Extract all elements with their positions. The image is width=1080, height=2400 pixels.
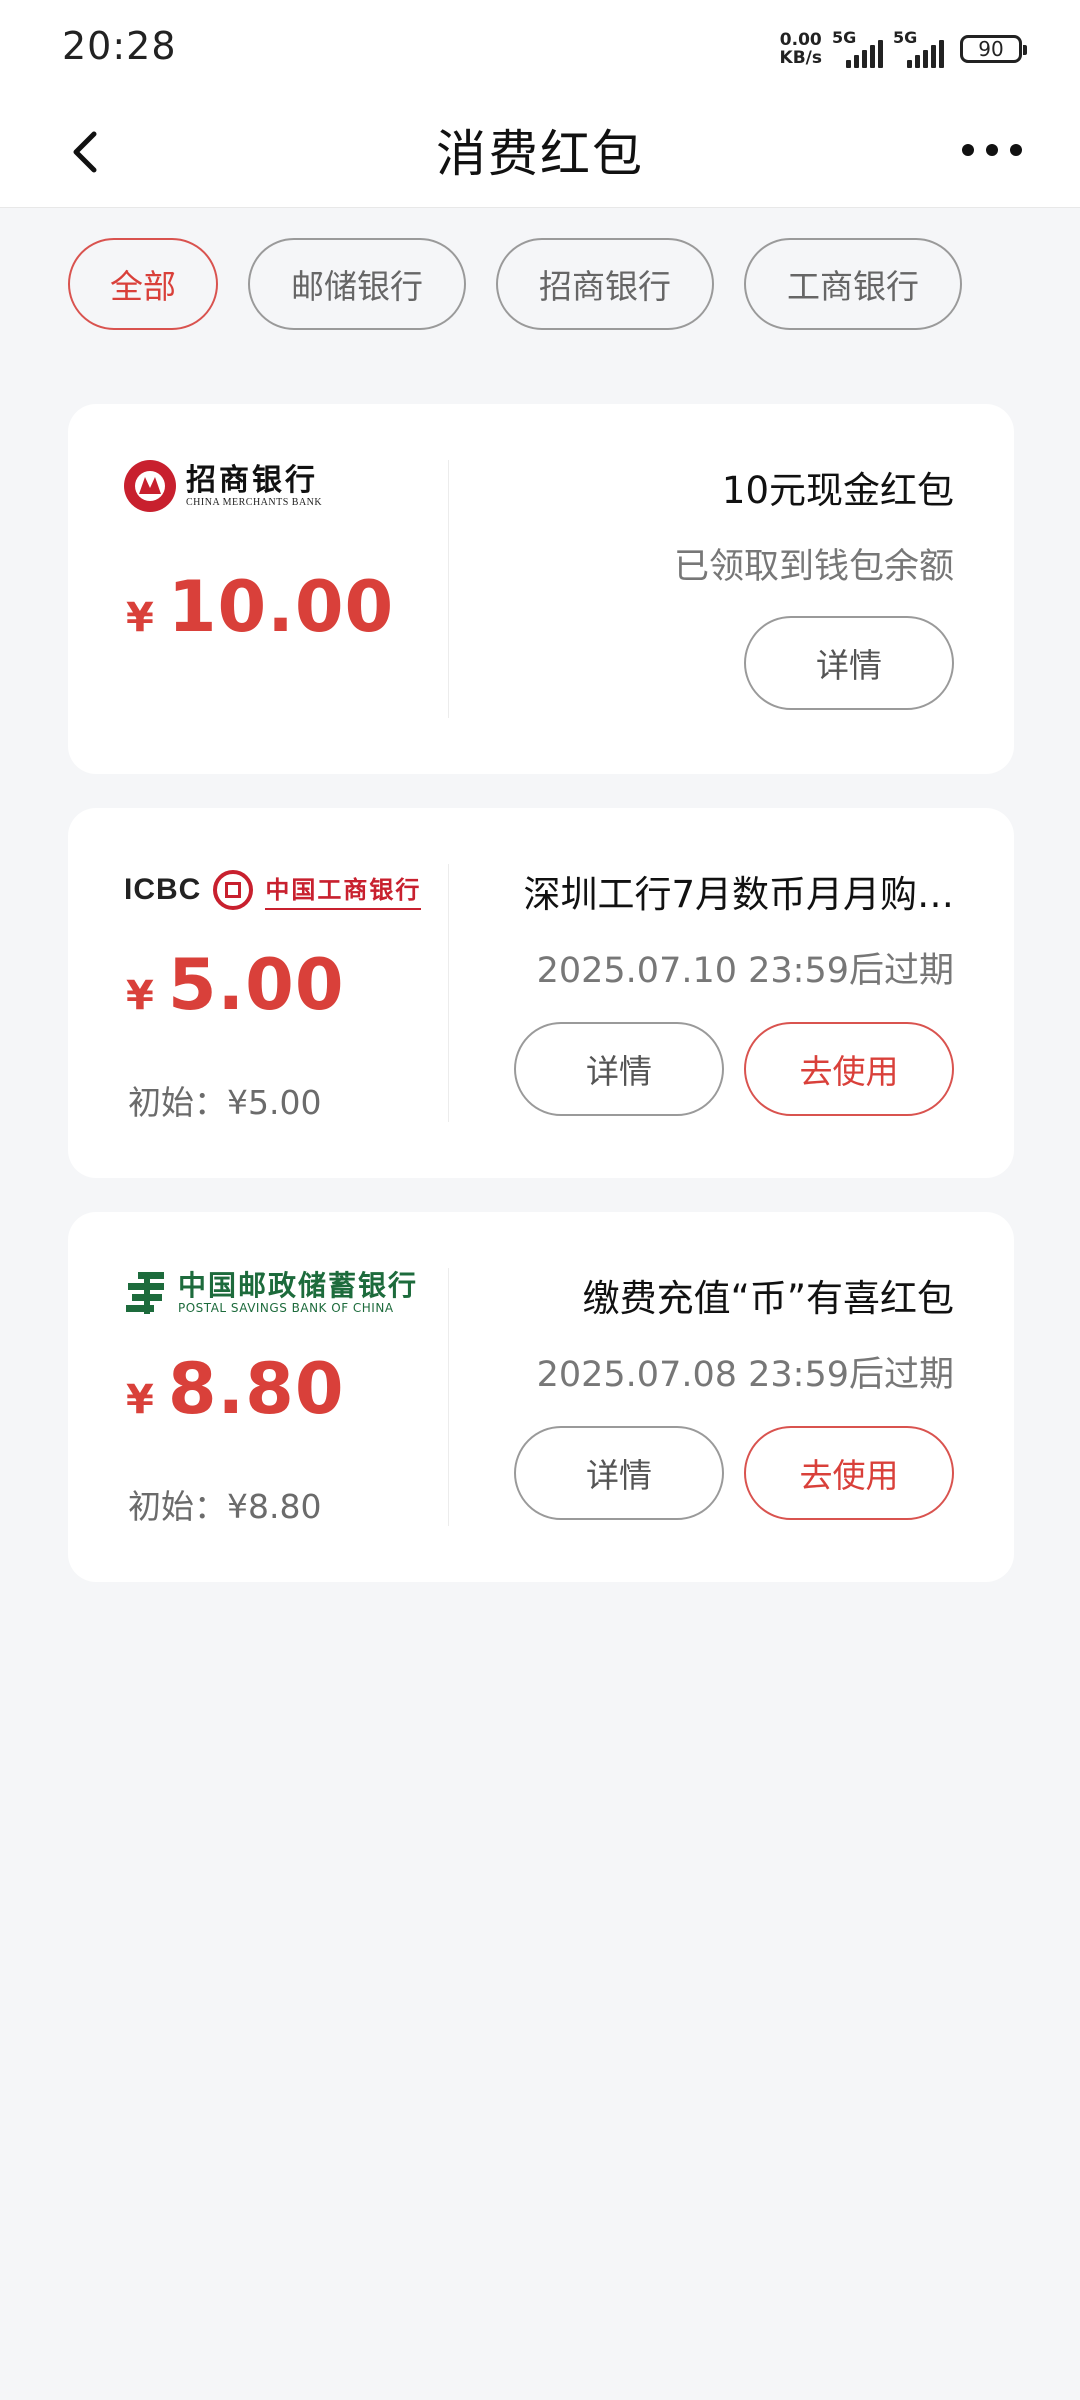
app-header: 消费红包 [0,100,1080,208]
filter-chip-cmb[interactable]: 招商银行 [496,238,714,330]
battery-icon: 90 [960,35,1027,63]
signal-label: 5G [893,28,918,47]
packet-title: 缴费充值“币”有喜红包 [582,1277,954,1320]
currency-symbol: ¥ [126,973,154,1019]
packet-title: 10元现金红包 [721,469,954,512]
psbc-logo-icon [126,1272,164,1314]
bank-name-en: ICBC [124,873,202,906]
packet-status: 已领取到钱包余额 [673,547,954,587]
signal-icon: 5G [893,28,944,68]
bank-name-cn: 招商银行 [186,462,318,498]
red-packet-card: 招商银行 CHINA MERCHANTS BANK ¥ 10.00 10元现金红… [68,404,1014,774]
packet-amount: ¥ 8.80 [126,1348,345,1430]
more-horizontal-icon[interactable] [960,140,1024,160]
signal-label: 5G [832,28,857,47]
network-speed: 0.00 KB/s [780,31,822,67]
initial-amount: 初始：¥5.00 [128,1083,322,1122]
amount-value: 10.00 [167,566,395,648]
detail-button[interactable]: 详情 [514,1022,724,1116]
red-packet-card: 中国邮政储蓄银行 POSTAL SAVINGS BANK OF CHINA ¥ … [68,1212,1014,1582]
status-icons: 0.00 KB/s 5G 5G 90 [780,28,1027,70]
page-title: 消费红包 [436,125,644,183]
bank-name-cn: 中国邮政储蓄银行 [178,1269,419,1302]
signal-icon: 5G [832,28,883,68]
network-speed-value: 0.00 [779,30,822,50]
icbc-logo-icon [213,870,254,910]
initial-amount: 初始：¥8.80 [128,1487,322,1526]
packet-title: 深圳工行7月数币月月购… [523,873,954,916]
network-speed-unit: KB/s [779,48,822,68]
status-time: 20:28 [62,24,177,68]
battery-level: 90 [978,37,1004,61]
status-bar: 20:28 0.00 KB/s 5G 5G 90 [0,0,1080,100]
currency-symbol: ¥ [126,595,154,641]
bank-logo-icbc: ICBC 中国工商银行 [124,870,422,910]
detail-button[interactable]: 详情 [744,616,954,710]
expiry-date: 2025.07.08 23:59后过期 [536,1355,954,1395]
bank-logo-psbc: 中国邮政储蓄银行 POSTAL SAVINGS BANK OF CHINA [124,1270,418,1316]
filter-chips: 全部 邮储银行 招商银行 工商银行 [68,238,962,330]
cmb-logo-icon [124,460,176,512]
detail-button[interactable]: 详情 [514,1426,724,1520]
filter-chip-icbc[interactable]: 工商银行 [744,238,962,330]
packet-amount: ¥ 10.00 [126,566,394,648]
bank-name-en: CHINA MERCHANTS BANK [186,496,323,508]
use-button[interactable]: 去使用 [744,1022,954,1116]
amount-value: 8.80 [167,1348,345,1430]
bank-name-cn: 中国工商银行 [265,870,422,910]
amount-value: 5.00 [167,944,345,1026]
red-packet-card: ICBC 中国工商银行 ¥ 5.00 初始：¥5.00 深圳工行7月数币月月购…… [68,808,1014,1178]
bank-name-en: POSTAL SAVINGS BANK OF CHINA [178,1301,394,1315]
use-button[interactable]: 去使用 [744,1426,954,1520]
packet-amount: ¥ 5.00 [126,944,345,1026]
currency-symbol: ¥ [126,1377,154,1423]
filter-chip-all[interactable]: 全部 [68,238,218,330]
expiry-date: 2025.07.10 23:59后过期 [536,951,954,991]
bank-logo-cmb: 招商银行 CHINA MERCHANTS BANK [124,460,322,512]
filter-chip-psbc[interactable]: 邮储银行 [248,238,466,330]
